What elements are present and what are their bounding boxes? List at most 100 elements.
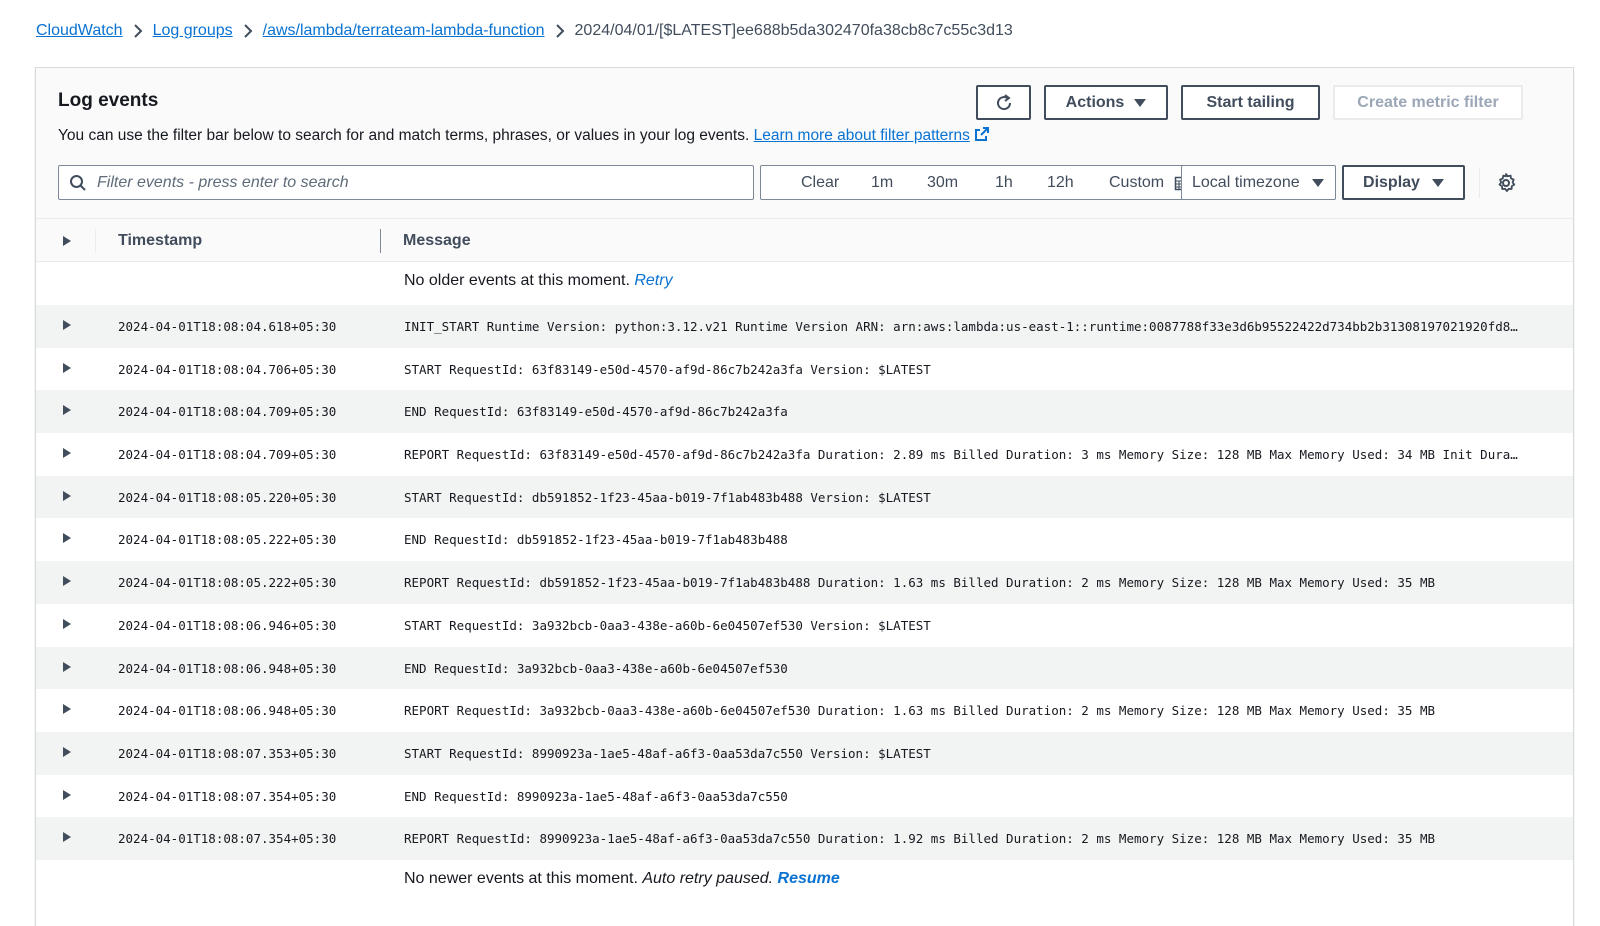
bottom-notice: No newer events at this moment. Auto ret… — [404, 870, 840, 888]
table-header: Timestamp Message — [36, 218, 1573, 262]
time-range-custom-label: Custom — [1109, 174, 1165, 191]
column-resizer[interactable] — [380, 229, 381, 253]
actions-dropdown[interactable]: Actions — [1044, 85, 1168, 120]
log-event-message: END RequestId: 3a932bcb-0aa3-438e-a60b-6… — [404, 660, 788, 676]
resume-link[interactable]: Resume — [778, 870, 840, 887]
external-link-icon — [974, 126, 990, 147]
log-event-message: START RequestId: 8990923a-1ae5-48af-a6f3… — [404, 745, 931, 761]
panel-title: Log events — [58, 90, 159, 111]
time-range-12h[interactable]: 12h — [1047, 174, 1074, 192]
caret-right-icon[interactable] — [62, 490, 72, 502]
log-event-message: END RequestId: 63f83149-e50d-4570-af9d-8… — [404, 404, 788, 420]
retry-link[interactable]: Retry — [634, 272, 672, 289]
caret-right-icon[interactable] — [62, 703, 72, 715]
top-notice-text: No older events at this moment. — [404, 272, 630, 289]
caret-right-icon[interactable] — [62, 532, 72, 544]
panel-description-text: You can use the filter bar below to sear… — [58, 127, 750, 144]
log-event-timestamp: 2024-04-01T18:08:04.709+05:30 — [118, 447, 337, 463]
log-event-timestamp: 2024-04-01T18:08:06.946+05:30 — [118, 617, 337, 633]
log-event-timestamp: 2024-04-01T18:08:05.222+05:30 — [118, 532, 337, 548]
caret-right-icon[interactable] — [62, 746, 72, 758]
log-event-timestamp: 2024-04-01T18:08:04.618+05:30 — [118, 319, 337, 334]
gear-icon[interactable] — [1495, 172, 1517, 194]
log-event-row[interactable]: 2024-04-01T18:08:04.706+05:30 START Reque… — [36, 348, 1573, 391]
column-header-timestamp[interactable]: Timestamp — [118, 232, 202, 250]
log-event-timestamp: 2024-04-01T18:08:06.948+05:30 — [118, 660, 337, 676]
chevron-right-icon — [545, 23, 575, 39]
log-event-message: START RequestId: db591852-1f23-45aa-b019… — [404, 489, 931, 505]
caret-down-icon — [1311, 178, 1324, 188]
log-event-timestamp: 2024-04-01T18:08:04.709+05:30 — [118, 404, 337, 420]
log-event-row[interactable]: 2024-04-01T18:08:06.948+05:30 END Request… — [36, 646, 1573, 690]
log-event-timestamp: 2024-04-01T18:08:05.220+05:30 — [118, 489, 337, 505]
log-event-message: REPORT RequestId: 8990923a-1ae5-48af-a6f… — [404, 831, 1436, 847]
caret-right-icon[interactable] — [62, 319, 72, 331]
chevron-right-icon — [123, 23, 153, 39]
log-event-row[interactable]: 2024-04-01T18:08:06.946+05:30 START Reque… — [36, 604, 1573, 647]
display-dropdown[interactable]: Display — [1342, 165, 1465, 200]
caret-right-icon[interactable] — [62, 447, 72, 459]
time-range-custom[interactable]: Custom — [1109, 174, 1190, 192]
time-range-1h[interactable]: 1h — [995, 174, 1013, 192]
chevron-right-icon — [233, 23, 263, 39]
log-event-row[interactable]: 2024-04-01T18:08:06.948+05:30 REPORT Requ… — [36, 689, 1573, 732]
log-event-row[interactable]: 2024-04-01T18:08:05.220+05:30 START Reque… — [36, 475, 1573, 519]
refresh-button[interactable] — [976, 85, 1031, 120]
top-notice: No older events at this moment. Retry — [404, 272, 673, 290]
log-events-table: Timestamp Message No older events at thi… — [36, 218, 1573, 903]
start-tailing-button[interactable]: Start tailing — [1181, 85, 1320, 120]
log-event-message: REPORT RequestId: db591852-1f23-45aa-b01… — [404, 575, 1436, 591]
log-event-row[interactable]: 2024-04-01T18:08:07.353+05:30 START Reque… — [36, 731, 1573, 775]
log-event-row[interactable]: 2024-04-01T18:08:07.354+05:30 REPORT Requ… — [36, 817, 1573, 860]
column-header-message[interactable]: Message — [403, 232, 471, 250]
log-event-row[interactable]: 2024-04-01T18:08:04.709+05:30 END Request… — [36, 390, 1573, 434]
timezone-select[interactable]: Local timezone — [1181, 165, 1336, 200]
caret-down-icon — [1431, 178, 1444, 188]
caret-right-icon[interactable] — [62, 789, 72, 801]
caret-down-icon — [1134, 98, 1147, 108]
log-event-message: START RequestId: 63f83149-e50d-4570-af9d… — [404, 361, 931, 377]
caret-right-icon[interactable] — [62, 362, 72, 374]
bottom-notice-row: No newer events at this moment. Auto ret… — [36, 860, 1573, 903]
timezone-label: Local timezone — [1192, 173, 1300, 191]
log-event-message: END RequestId: db591852-1f23-45aa-b019-7… — [404, 532, 788, 548]
search-icon — [69, 174, 87, 192]
caret-right-icon[interactable] — [62, 661, 72, 673]
log-event-row[interactable]: 2024-04-01T18:08:07.354+05:30 END Request… — [36, 775, 1573, 818]
log-event-message: START RequestId: 3a932bcb-0aa3-438e-a60b… — [404, 617, 931, 633]
create-metric-filter-button[interactable]: Create metric filter — [1333, 85, 1523, 120]
auto-retry-paused-text: Auto retry paused. — [642, 869, 774, 887]
log-event-row[interactable]: 2024-04-01T18:08:05.222+05:30 REPORT Requ… — [36, 561, 1573, 604]
log-event-timestamp: 2024-04-01T18:08:05.222+05:30 — [118, 575, 337, 591]
log-events-panel: Log events You can use the filter bar be… — [35, 67, 1574, 926]
toolbar-divider — [1479, 168, 1480, 198]
actions-label: Actions — [1065, 93, 1125, 111]
breadcrumb-cloudwatch[interactable]: CloudWatch — [36, 22, 123, 40]
panel-description: You can use the filter bar below to sear… — [58, 126, 990, 147]
log-rows: 2024-04-01T18:08:04.618+05:30 INIT_START … — [36, 305, 1573, 860]
top-notice-row: No older events at this moment. Retry — [36, 262, 1573, 305]
time-range-clear[interactable]: Clear — [801, 174, 839, 192]
filter-events-field[interactable] — [58, 165, 754, 200]
learn-more-link[interactable]: Learn more about filter patterns — [754, 127, 990, 144]
caret-right-icon[interactable] — [62, 404, 72, 416]
bottom-notice-text: No newer events at this moment. — [404, 869, 638, 887]
column-divider — [95, 229, 96, 253]
breadcrumb-log-group[interactable]: /aws/lambda/terrateam-lambda-function — [263, 22, 545, 40]
breadcrumb-log-groups[interactable]: Log groups — [153, 22, 233, 40]
filter-events-input[interactable] — [95, 167, 753, 198]
log-event-message: REPORT RequestId: 3a932bcb-0aa3-438e-a60… — [404, 703, 1436, 719]
caret-right-icon[interactable] — [62, 235, 72, 247]
learn-more-label: Learn more about filter patterns — [753, 127, 970, 144]
caret-right-icon[interactable] — [62, 575, 72, 587]
log-event-row[interactable]: 2024-04-01T18:08:04.709+05:30 REPORT Requ… — [36, 433, 1573, 476]
log-event-timestamp: 2024-04-01T18:08:07.353+05:30 — [118, 745, 337, 761]
log-event-row[interactable]: 2024-04-01T18:08:05.222+05:30 END Request… — [36, 518, 1573, 561]
time-range-30m[interactable]: 30m — [927, 174, 958, 192]
caret-right-icon[interactable] — [62, 618, 72, 630]
time-range-1m[interactable]: 1m — [871, 174, 893, 192]
log-event-timestamp: 2024-04-01T18:08:06.948+05:30 — [118, 703, 337, 719]
caret-right-icon[interactable] — [62, 831, 72, 843]
log-event-row[interactable]: 2024-04-01T18:08:04.618+05:30 INIT_START … — [36, 305, 1573, 348]
log-event-message: INIT_START Runtime Version: python:3.12.… — [404, 319, 1522, 334]
